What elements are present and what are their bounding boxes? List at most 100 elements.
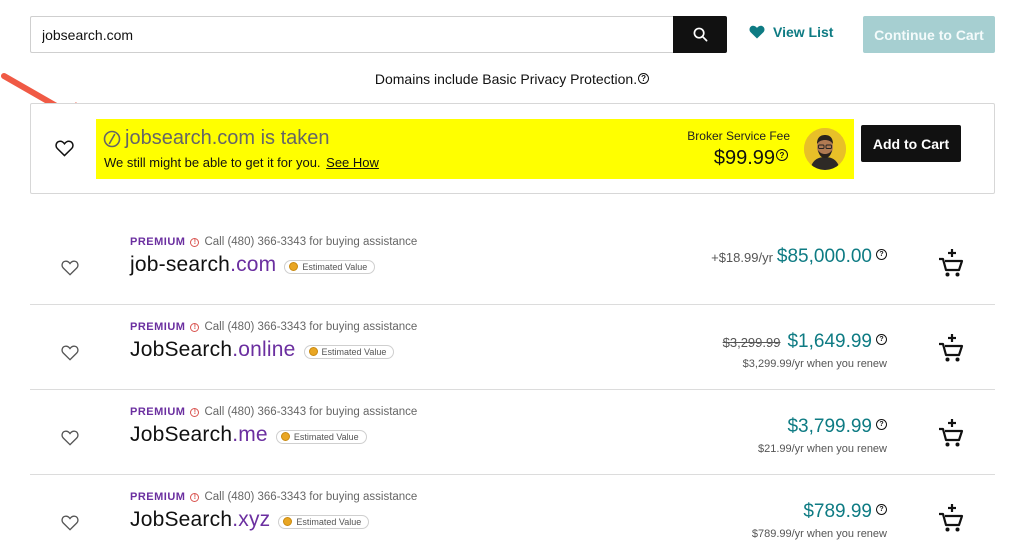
continue-to-cart-label: Continue to Cart [874,26,984,43]
domain-line: JobSearch.xyz Estimated Value [130,508,370,532]
price: $85,000.00 [776,246,872,267]
premium-line: PREMIUM ! Call (480) 366-3343 for buying… [130,236,417,248]
add-to-cart-icon[interactable] [938,248,964,278]
price-area: $3,799.99 ? [787,416,887,438]
search-input[interactable] [31,17,674,52]
search-icon [693,27,707,42]
premium-line: PREMIUM ! Call (480) 366-3343 for buying… [130,321,417,333]
price-area: $3,299.99 $1,649.99 ? [723,331,887,353]
buying-assistance-text: Call (480) 366-3343 for buying assistanc… [204,406,418,418]
domain-tld: .online [232,338,296,361]
renewal-note: $3,299.99/yr when you renew [742,358,887,370]
heart-outline-icon [61,430,79,446]
add-to-cart-icon[interactable] [938,418,964,448]
privacy-note-text: Domains include Basic Privacy Protection… [374,71,638,87]
coin-icon [280,432,290,441]
domain-line: JobSearch.online Estimated Value [130,338,395,362]
search-button[interactable] [673,16,727,53]
domain-name[interactable]: JobSearch.xyz [130,508,270,532]
taken-title: jobsearch.com is taken [103,127,330,150]
domain-result-row: PREMIUM ! Call (480) 366-3343 for buying… [30,220,995,305]
add-to-cart-button[interactable]: Add to Cart [861,125,961,162]
coin-icon [289,262,299,271]
estimated-value-badge[interactable]: Estimated Value [278,514,370,529]
help-icon[interactable]: ? [876,419,887,430]
continue-to-cart-button[interactable]: Continue to Cart [863,16,995,53]
domain-sld: JobSearch [130,423,233,446]
domain-sld: JobSearch [130,338,233,361]
unavailable-icon [103,130,121,147]
coin-icon [308,347,318,356]
heart-outline-icon [54,140,74,157]
favorite-button[interactable] [57,510,83,536]
heart-outline-icon [61,260,79,276]
buying-assistance-text: Call (480) 366-3343 for buying assistanc… [204,321,418,333]
taken-title-text: jobsearch.com is taken [125,127,330,149]
domain-name[interactable]: JobSearch.me [130,423,268,447]
favorite-button[interactable] [57,340,83,366]
info-icon[interactable]: ! [190,407,200,417]
price: $1,649.99 [787,331,872,352]
favorite-button[interactable] [57,425,83,451]
domain-name[interactable]: JobSearch.online [130,338,296,362]
estimated-value-label: Estimated Value [293,431,359,442]
domain-line: job-search.com Estimated Value [130,253,376,277]
price-area: +$18.99/yr $85,000.00 ? [711,246,887,268]
taken-subtitle: We still might be able to get it for you… [104,155,379,170]
premium-tag: PREMIUM [130,491,186,503]
help-icon[interactable]: ? [876,334,887,345]
domain-taken-card: jobsearch.com is taken We still might be… [30,103,995,194]
view-list-link[interactable]: View List [749,24,833,40]
domain-sld: JobSearch [130,508,233,531]
estimated-value-badge[interactable]: Estimated Value [284,259,376,274]
heart-outline-icon [61,345,79,361]
coin-icon [283,517,293,526]
estimated-value-label: Estimated Value [302,261,368,272]
view-list-label: View List [773,24,834,40]
price-area: $789.99 ? [803,501,887,523]
heart-outline-icon [61,515,79,531]
premium-line: PREMIUM ! Call (480) 366-3343 for buying… [130,491,417,503]
estimated-value-badge[interactable]: Estimated Value [275,429,367,444]
info-icon[interactable]: ! [190,322,200,332]
domain-result-row: PREMIUM ! Call (480) 366-3343 for buying… [30,390,995,475]
buying-assistance-text: Call (480) 366-3343 for buying assistanc… [204,236,418,248]
estimated-value-label: Estimated Value [296,516,362,527]
premium-tag: PREMIUM [130,236,186,248]
estimated-value-label: Estimated Value [321,346,387,357]
domain-result-row: PREMIUM ! Call (480) 366-3343 for buying… [30,475,995,554]
domain-sld: job-search [130,253,231,276]
original-price: $3,299.99 [722,335,781,350]
domain-line: JobSearch.me Estimated Value [130,423,367,447]
heart-filled-icon [749,25,765,39]
price: $789.99 [803,501,872,522]
favorite-button[interactable] [51,135,77,161]
buying-assistance-text: Call (480) 366-3343 for buying assistanc… [204,491,418,503]
domain-tld: .xyz [232,508,271,531]
domain-name[interactable]: job-search.com [130,253,276,277]
renewal-note: $789.99/yr when you renew [751,528,887,540]
broker-fee-price: $99.99 [713,147,775,169]
search-box[interactable] [30,16,674,53]
taken-subtitle-text: We still might be able to get it for you… [104,155,321,170]
premium-tag: PREMIUM [130,406,186,418]
favorite-button[interactable] [57,255,83,281]
info-icon[interactable]: ! [190,492,200,502]
premium-line: PREMIUM ! Call (480) 366-3343 for buying… [130,406,417,418]
domain-tld: .com [230,253,277,276]
domain-result-row: PREMIUM ! Call (480) 366-3343 for buying… [30,305,995,390]
help-icon[interactable]: ? [876,504,887,515]
add-to-cart-icon[interactable] [938,333,964,363]
add-to-cart-icon[interactable] [938,503,964,533]
broker-fee-label: Broker Service Fee [687,129,790,143]
see-how-link[interactable]: See How [326,155,379,170]
broker-avatar [804,128,846,170]
privacy-note: Domains include Basic Privacy Protection… [0,71,1024,87]
help-icon[interactable]: ? [876,249,887,260]
help-icon[interactable]: ? [776,149,788,161]
taken-highlight: jobsearch.com is taken We still might be… [96,119,854,179]
add-to-cart-label: Add to Cart [872,135,950,152]
estimated-value-badge[interactable]: Estimated Value [303,344,395,359]
help-icon[interactable]: ? [638,73,650,84]
info-icon[interactable]: ! [190,237,200,247]
